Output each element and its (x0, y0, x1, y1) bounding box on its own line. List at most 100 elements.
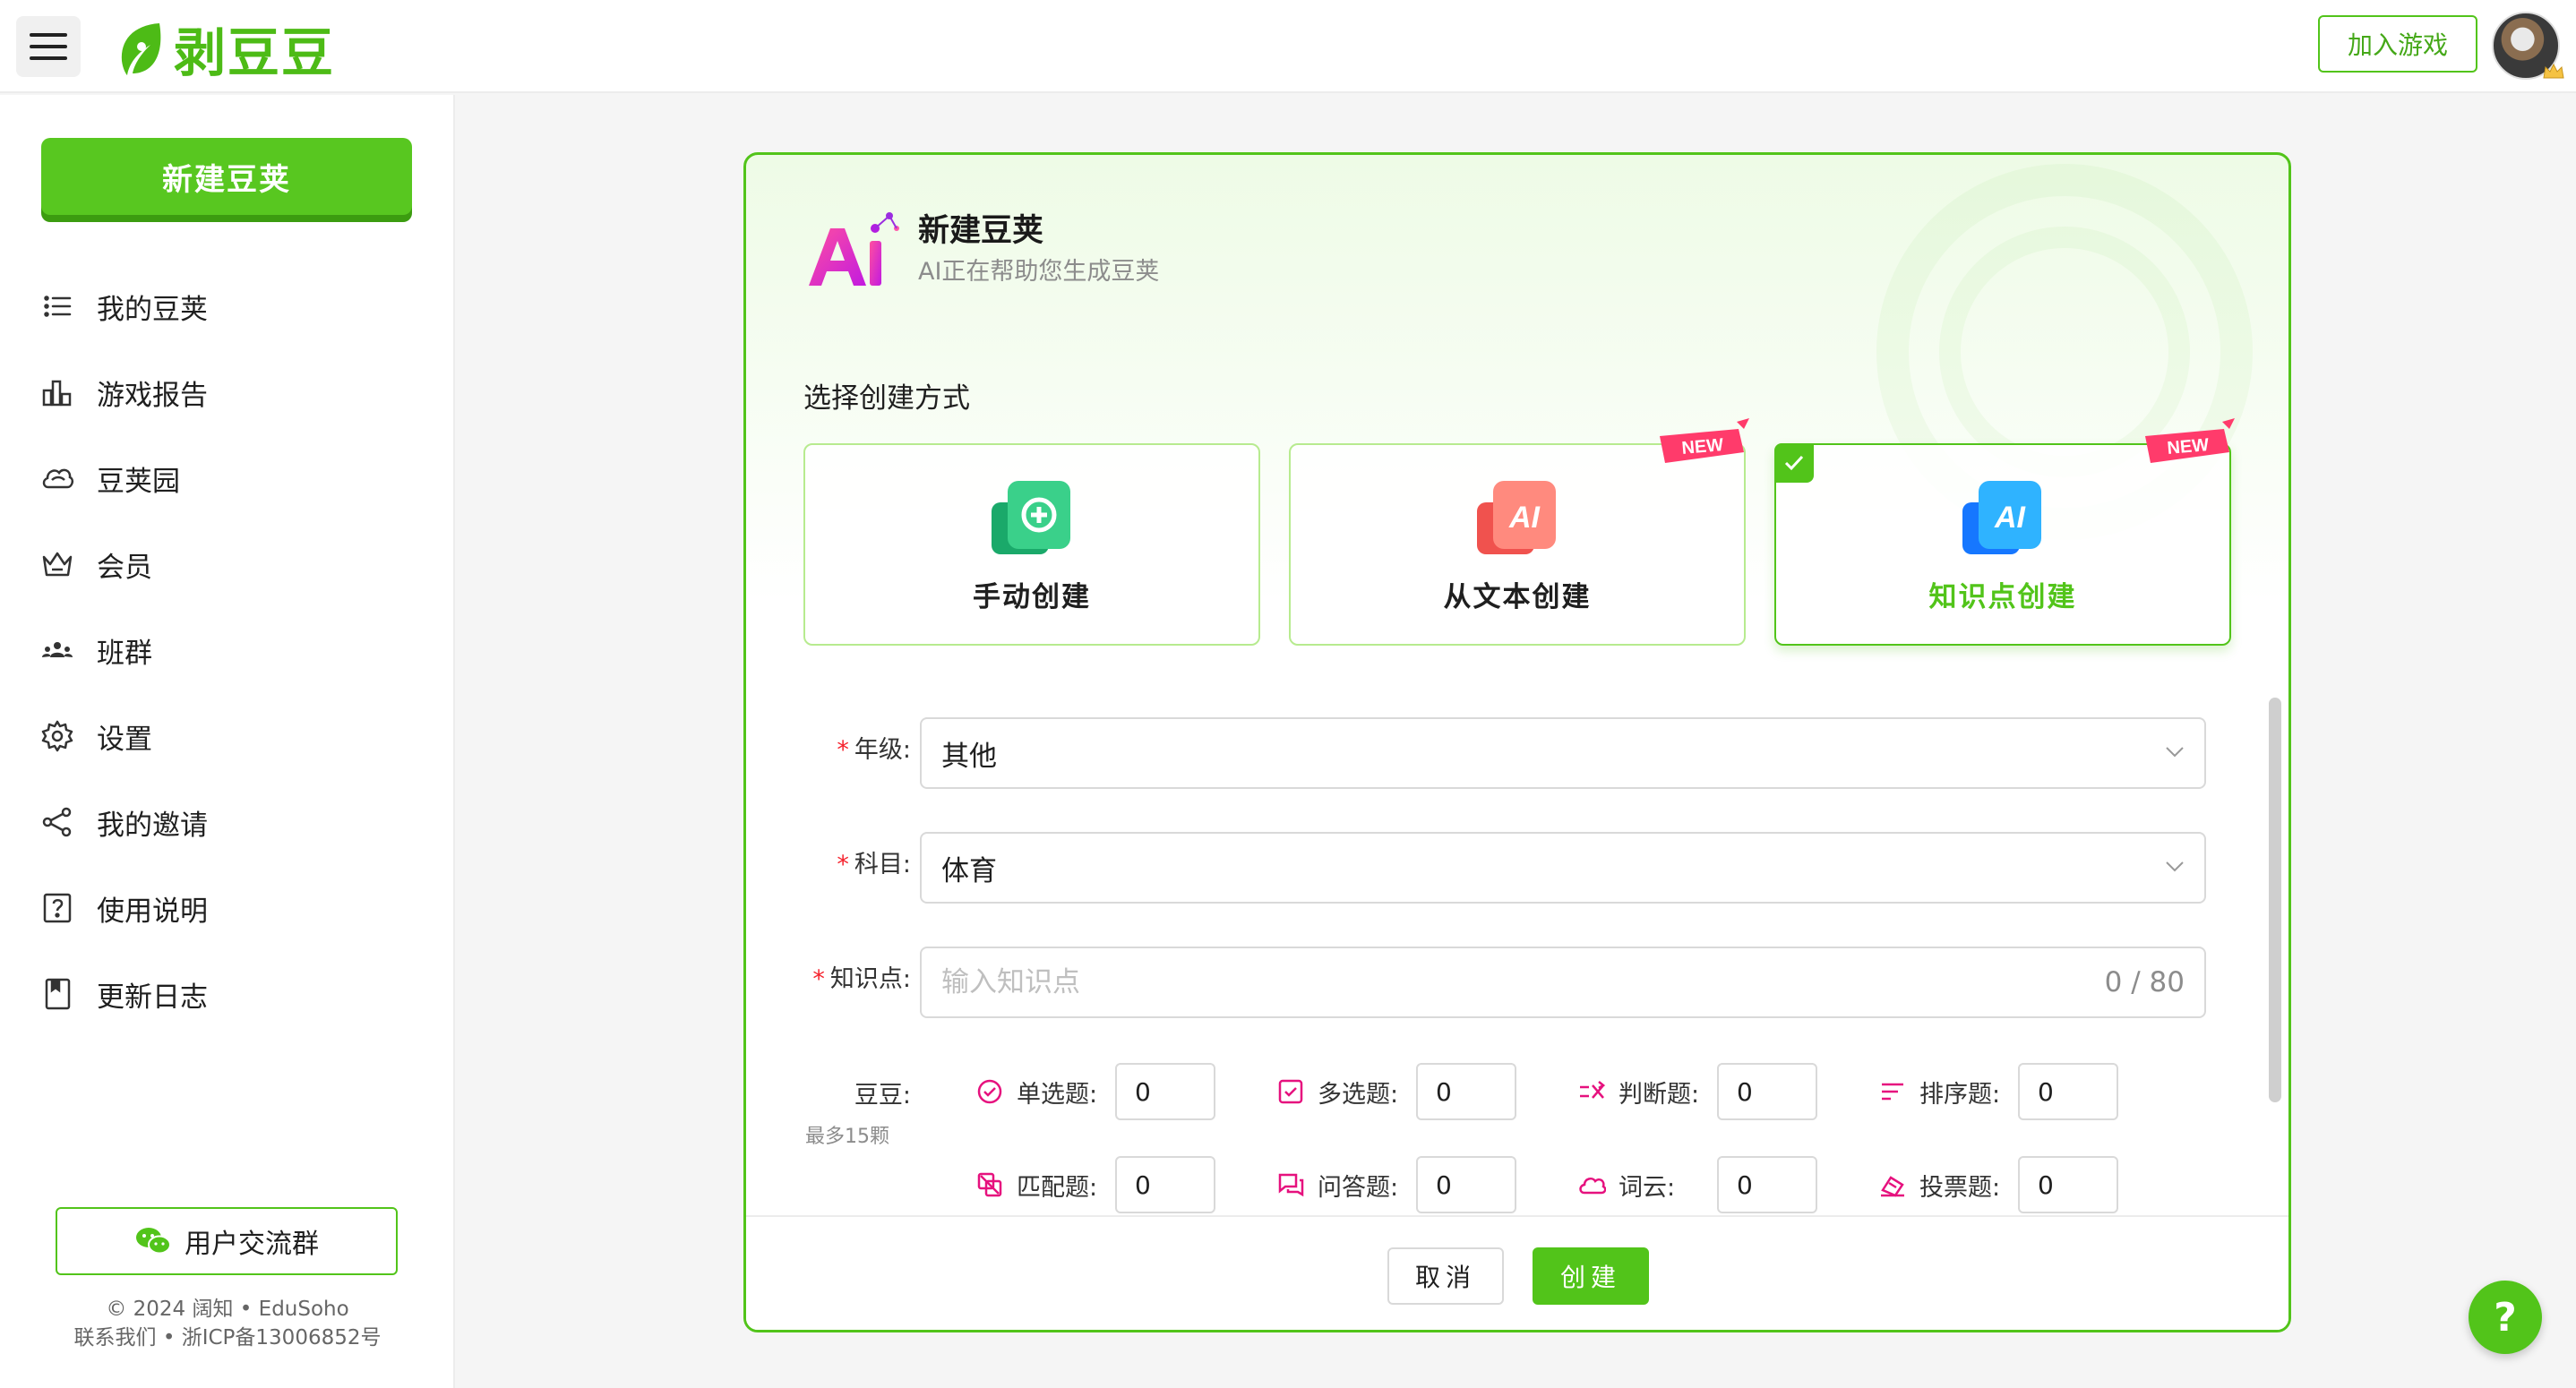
help-button[interactable]: ? (2469, 1281, 2542, 1354)
help-square-icon (43, 893, 72, 923)
card-title: 新建豆荚 (918, 213, 1044, 249)
new-badge-text: NEW (2167, 435, 2211, 458)
sidebar-item-my-pods[interactable]: 我的豆荚 (39, 263, 434, 349)
chevron-down-icon (2166, 747, 2184, 758)
word-cloud-count: 词云: 0 (1577, 1156, 1817, 1213)
mode-manual-create[interactable]: 手动创建 (803, 443, 1260, 646)
mode-create-from-text[interactable]: NEW AI 从文本创建 (1289, 418, 1749, 646)
multiple-choice-input[interactable]: 0 (1416, 1063, 1516, 1120)
word-cloud-input[interactable]: 0 (1717, 1156, 1817, 1213)
app-logo[interactable]: 剥豆豆 (115, 11, 335, 86)
vote-icon (1881, 1176, 1904, 1197)
qa-input[interactable]: 0 (1416, 1156, 1516, 1213)
share-icon (42, 807, 72, 837)
beans-label: 豆豆: (854, 1082, 911, 1110)
match-icon (977, 1172, 1002, 1197)
sidebar-item-label: 使用说明 (97, 895, 208, 928)
svg-text:AI: AI (1994, 501, 2027, 535)
new-badge-icon: NEW (1660, 418, 1749, 463)
new-pod-button[interactable]: 新建豆荚 (41, 138, 412, 215)
bar-chart-icon (42, 380, 72, 407)
radio-check-icon (977, 1079, 1002, 1104)
grade-select[interactable]: 其他 (920, 717, 2206, 789)
sidebar: 新建豆荚 我的豆荚 游戏报告 豆荚园 会员 班群 设置 我的邀请 使用说明 更新… (0, 95, 455, 1388)
gear-icon (41, 720, 73, 752)
sidebar-item-instructions[interactable]: 使用说明 (39, 865, 434, 951)
copyright-text: © 2024 阔知 • EduSoho (106, 1298, 349, 1321)
mode-label: 知识点创建 (1928, 581, 2077, 613)
plus-doc-icon (992, 481, 1070, 554)
list-icon (44, 296, 72, 317)
sidebar-item-class-group[interactable]: 班群 (39, 607, 434, 693)
form-scrollbar[interactable] (2269, 698, 2281, 1102)
ai-blue-icon: AI (1962, 481, 2041, 554)
knowledge-point-label: * 知识点: (812, 965, 911, 993)
cloud-icon (42, 468, 74, 489)
single-choice-input[interactable]: 0 (1115, 1063, 1215, 1120)
community-button-label: 用户交流群 (185, 1229, 319, 1260)
subject-select[interactable]: 体育 (920, 832, 2206, 904)
sidebar-item-pod-garden[interactable]: 豆荚园 (39, 435, 434, 521)
chat-icon (1278, 1173, 1304, 1197)
true-false-count: 判断题: 0 (1577, 1063, 1817, 1120)
group-icon (42, 642, 73, 657)
knowledge-point-counter: 0 / 80 (2104, 966, 2185, 998)
sidebar-item-label: 会员 (97, 551, 152, 584)
sidebar-item-game-report[interactable]: 游戏报告 (39, 349, 434, 435)
vip-crown-icon (2543, 63, 2564, 79)
single-choice-count: 单选题: 0 (975, 1063, 1215, 1120)
new-pod-card: 新建豆荚 AI正在帮助您生成豆荚 选择创建方式 手动创建 NEW AI 从文本创… (743, 152, 2291, 1332)
vote-input[interactable]: 0 (2018, 1156, 2118, 1213)
sidebar-item-membership[interactable]: 会员 (39, 521, 434, 607)
sort-input[interactable]: 0 (2018, 1063, 2118, 1120)
menu-icon[interactable] (16, 16, 81, 77)
mode-label: 从文本创建 (1443, 581, 1592, 613)
mode-label: 手动创建 (973, 581, 1091, 613)
top-bar: 剥豆豆 加入游戏 (0, 0, 2576, 93)
vote-count: 投票题: 0 (1878, 1156, 2118, 1213)
ai-logo-icon (809, 212, 899, 286)
create-button[interactable]: 创建 (1533, 1247, 1649, 1305)
sidebar-item-label: 豆荚园 (97, 465, 180, 498)
knowledge-point-field: 0 / 80 (920, 947, 2206, 1018)
beans-hint: 最多15颗 (805, 1126, 889, 1148)
user-community-button[interactable]: 用户交流群 (56, 1207, 398, 1275)
svg-text:AI: AI (1508, 501, 1541, 535)
sidebar-item-label: 更新日志 (97, 981, 208, 1014)
ai-red-icon: AI (1477, 481, 1556, 554)
new-badge-icon: NEW (2145, 418, 2235, 463)
sort-count: 排序题: 0 (1878, 1063, 2118, 1120)
wechat-icon (136, 1228, 171, 1255)
app-name: 剥豆豆 (174, 22, 336, 83)
sidebar-item-label: 游戏报告 (97, 379, 208, 412)
sidebar-item-label: 我的豆荚 (97, 293, 208, 326)
chevron-down-icon (2166, 861, 2184, 872)
sort-icon (1882, 1083, 1903, 1101)
cancel-button[interactable]: 取消 (1387, 1247, 1504, 1305)
grade-label: * 年级: (837, 736, 911, 764)
new-badge-text: NEW (1681, 435, 1725, 458)
sidebar-item-changelog[interactable]: 更新日志 (39, 951, 434, 1037)
join-game-button[interactable]: 加入游戏 (2318, 15, 2477, 73)
selected-check-icon (1774, 443, 1814, 483)
checkbox-icon (1278, 1079, 1303, 1104)
card-subtitle: AI正在帮助您生成豆荚 (918, 258, 1160, 286)
avatar[interactable] (2492, 12, 2564, 80)
leaf-logo-icon (121, 23, 161, 75)
crown-icon (42, 552, 73, 577)
sidebar-item-label: 我的邀请 (97, 809, 208, 842)
match-input[interactable]: 0 (1115, 1156, 1215, 1213)
subject-label: * 科目: (837, 851, 911, 878)
sidebar-item-settings[interactable]: 设置 (39, 693, 434, 779)
mode-knowledge-point-create[interactable]: NEW AI 知识点创建 (1774, 418, 2235, 646)
card-footer: 取消 创建 (746, 1215, 2288, 1330)
grade-select-value: 其他 (941, 740, 997, 773)
knowledge-point-input[interactable] (922, 948, 1996, 1016)
judge-icon (1580, 1081, 1606, 1099)
sidebar-nav: 我的豆荚 游戏报告 豆荚园 会员 班群 设置 我的邀请 使用说明 更新日志 (39, 263, 434, 1037)
contact-text[interactable]: 联系我们 • 浙ICP备13006852号 (0, 1320, 455, 1350)
true-false-input[interactable]: 0 (1717, 1063, 1817, 1120)
word-cloud-icon (1579, 1177, 1606, 1195)
sidebar-item-my-invitations[interactable]: 我的邀请 (39, 779, 434, 865)
subject-select-value: 体育 (941, 854, 997, 887)
